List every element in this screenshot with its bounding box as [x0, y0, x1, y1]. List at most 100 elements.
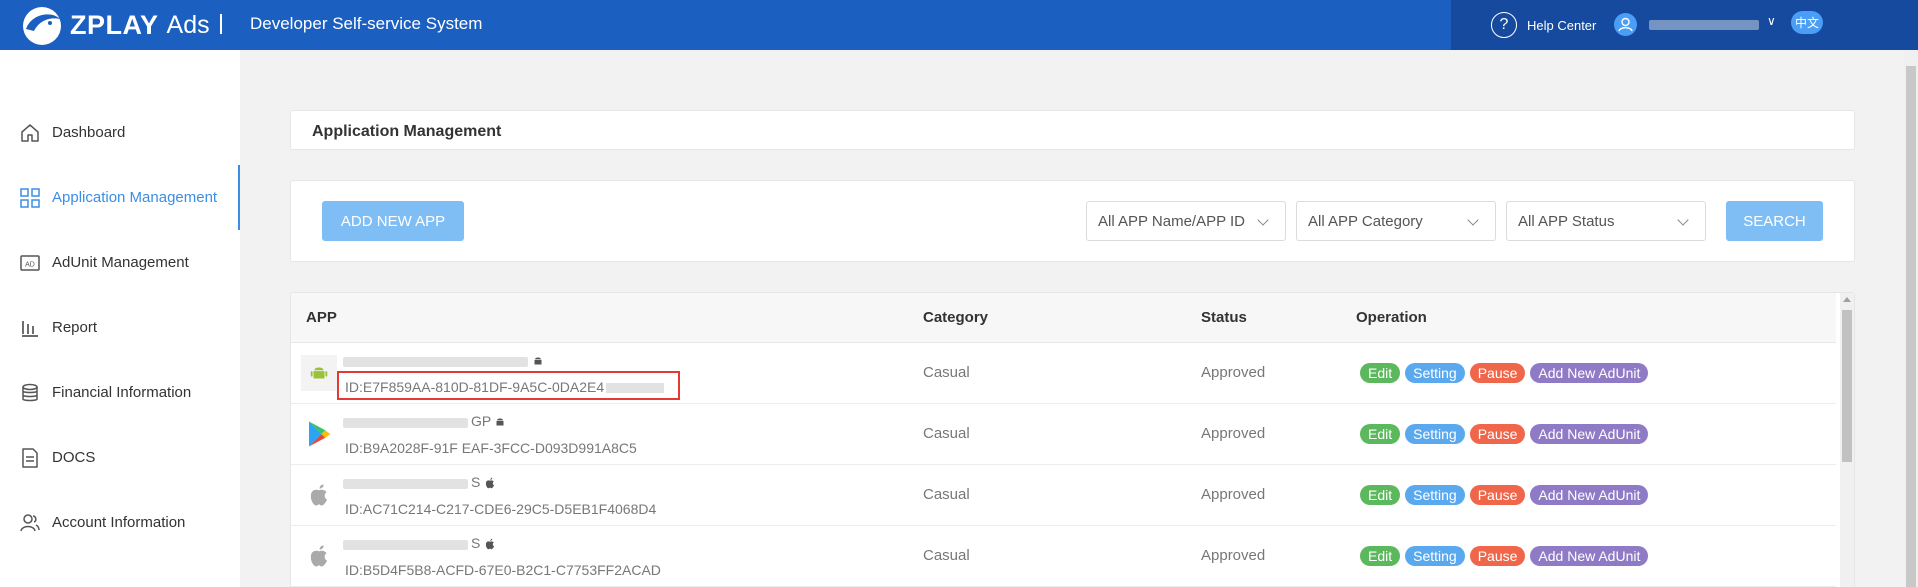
table-scrollbar-thumb[interactable]	[1842, 310, 1852, 462]
sidebar-item-label: Financial Information	[52, 384, 192, 401]
table-row: ID:E7F859AA-810D-81DF-9A5C-0DA2E4 Casual…	[291, 343, 1836, 404]
page-title-card: Application Management	[290, 110, 1855, 150]
sidebar-item-adunit-management[interactable]: AD AdUnit Management	[0, 230, 240, 295]
app-name-filter-value: All APP Name/APP ID	[1098, 212, 1246, 230]
filter-toolbar: ADD NEW APP All APP Name/APP ID All APP …	[290, 180, 1855, 262]
database-icon	[22, 383, 38, 401]
question-circle-icon: ?	[1491, 12, 1517, 38]
users-icon	[20, 513, 40, 531]
add-new-adunit-button[interactable]: Add New AdUnit	[1530, 363, 1649, 383]
table-row: GP ID:B9A2028F-91F EAF-3FCC-D093D991A8C5…	[291, 404, 1836, 465]
status-cell: Approved	[1201, 364, 1266, 381]
app-table: APP Category Status Operation ID:E7F859A…	[290, 292, 1855, 587]
status-cell: Approved	[1201, 547, 1266, 564]
pause-button[interactable]: Pause	[1469, 546, 1526, 566]
highlight-box	[337, 371, 680, 400]
app-name-redacted[interactable]	[343, 540, 468, 550]
help-center-link[interactable]: ? Help Center	[1491, 12, 1596, 38]
table-row: S ID:AC71C214-C217-CDE6-29C5-D5EB1F4068D…	[291, 465, 1836, 526]
help-center-label: Help Center	[1527, 17, 1597, 33]
header-divider	[220, 14, 222, 34]
add-new-adunit-button[interactable]: Add New AdUnit	[1530, 485, 1649, 505]
add-new-app-button[interactable]: ADD NEW APP	[322, 201, 464, 241]
pause-button[interactable]: Pause	[1469, 424, 1526, 444]
logo-text: ZPLAY	[70, 9, 159, 40]
column-header-operation: Operation	[1356, 309, 1427, 326]
user-name-redacted[interactable]	[1649, 20, 1759, 30]
category-cell: Casual	[923, 364, 970, 381]
setting-button[interactable]: Setting	[1405, 485, 1465, 505]
app-name-suffix: S	[471, 535, 481, 551]
apple-icon	[485, 477, 495, 489]
table-row: S ID:B5D4F5B8-ACFD-67E0-B2C1-C7753FF2ACA…	[291, 526, 1836, 587]
page-title: Application Management	[312, 123, 502, 140]
chevron-down-icon[interactable]: ∨	[1767, 14, 1776, 28]
setting-button[interactable]: Setting	[1405, 546, 1465, 566]
sidebar-item-application-management[interactable]: Application Management	[0, 165, 240, 230]
pause-button[interactable]: Pause	[1469, 363, 1526, 383]
grid-icon	[20, 187, 40, 208]
sidebar-item-label: DOCS	[52, 449, 96, 466]
page-scrollbar[interactable]	[1904, 50, 1918, 587]
scroll-up-arrow-icon[interactable]	[1843, 297, 1851, 302]
sidebar-item-report[interactable]: Report	[0, 295, 240, 360]
svg-text:AD: AD	[25, 261, 35, 268]
apple-app-icon	[301, 538, 337, 574]
add-new-adunit-button[interactable]: Add New AdUnit	[1530, 546, 1649, 566]
app-status-filter-value: All APP Status	[1518, 212, 1615, 230]
language-switch-button[interactable]: 中文	[1791, 11, 1823, 34]
operation-buttons: Edit Setting Pause Add New AdUnit	[1360, 424, 1649, 444]
chevron-down-icon	[1467, 214, 1479, 226]
column-header-app: APP	[306, 309, 337, 326]
app-id: ID:AC71C214-C217-CDE6-29C5-D5EB1F4068D4	[345, 501, 657, 517]
search-button[interactable]: SEARCH	[1726, 201, 1823, 241]
status-cell: Approved	[1201, 486, 1266, 503]
app-name-redacted[interactable]	[343, 418, 468, 428]
category-cell: Casual	[923, 425, 970, 442]
sidebar-item-label: Account Information	[52, 514, 186, 531]
android-icon	[534, 357, 542, 365]
google-play-icon	[301, 416, 337, 452]
edit-button[interactable]: Edit	[1360, 424, 1401, 444]
table-scrollbar[interactable]	[1840, 293, 1854, 587]
app-name-suffix: S	[471, 474, 481, 490]
dolphin-logo-icon	[23, 7, 61, 45]
sidebar-item-dashboard[interactable]: Dashboard	[0, 100, 240, 165]
user-icon[interactable]	[1614, 13, 1637, 36]
top-bar: ZPLAY Ads Developer Self-service System …	[0, 0, 1918, 50]
page-scrollbar-thumb[interactable]	[1906, 66, 1916, 587]
app-name-redacted[interactable]	[343, 357, 528, 367]
android-icon	[496, 418, 504, 426]
operation-buttons: Edit Setting Pause Add New AdUnit	[1360, 485, 1649, 505]
home-icon	[21, 123, 39, 142]
sidebar-item-financial-information[interactable]: Financial Information	[0, 360, 240, 425]
app-name-redacted[interactable]	[343, 479, 468, 489]
app-name-filter-select[interactable]: All APP Name/APP ID	[1086, 201, 1286, 241]
chevron-down-icon	[1677, 214, 1689, 226]
table-header: APP Category Status Operation	[291, 293, 1836, 343]
sidebar-item-label: Application Management	[52, 189, 218, 206]
edit-button[interactable]: Edit	[1360, 485, 1401, 505]
category-cell: Casual	[923, 486, 970, 503]
edit-button[interactable]: Edit	[1360, 363, 1401, 383]
sidebar-item-account-information[interactable]: Account Information	[0, 490, 240, 555]
sidebar-item-docs[interactable]: DOCS	[0, 425, 240, 490]
app-category-filter-select[interactable]: All APP Category	[1296, 201, 1496, 241]
setting-button[interactable]: Setting	[1405, 424, 1465, 444]
operation-buttons: Edit Setting Pause Add New AdUnit	[1360, 546, 1649, 566]
edit-button[interactable]: Edit	[1360, 546, 1401, 566]
column-header-category: Category	[923, 309, 989, 326]
sidebar-item-label: Report	[52, 319, 98, 336]
pause-button[interactable]: Pause	[1469, 485, 1526, 505]
apple-icon	[485, 538, 495, 550]
app-name-suffix: GP	[471, 413, 492, 429]
setting-button[interactable]: Setting	[1405, 363, 1465, 383]
system-title: Developer Self-service System	[250, 14, 483, 33]
add-new-adunit-button[interactable]: Add New AdUnit	[1530, 424, 1649, 444]
app-status-filter-select[interactable]: All APP Status	[1506, 201, 1706, 241]
logo[interactable]: ZPLAY Ads	[20, 3, 210, 47]
sidebar-item-label: Dashboard	[52, 124, 126, 141]
android-app-icon	[301, 355, 337, 391]
status-cell: Approved	[1201, 425, 1266, 442]
bar-chart-icon	[22, 320, 38, 337]
